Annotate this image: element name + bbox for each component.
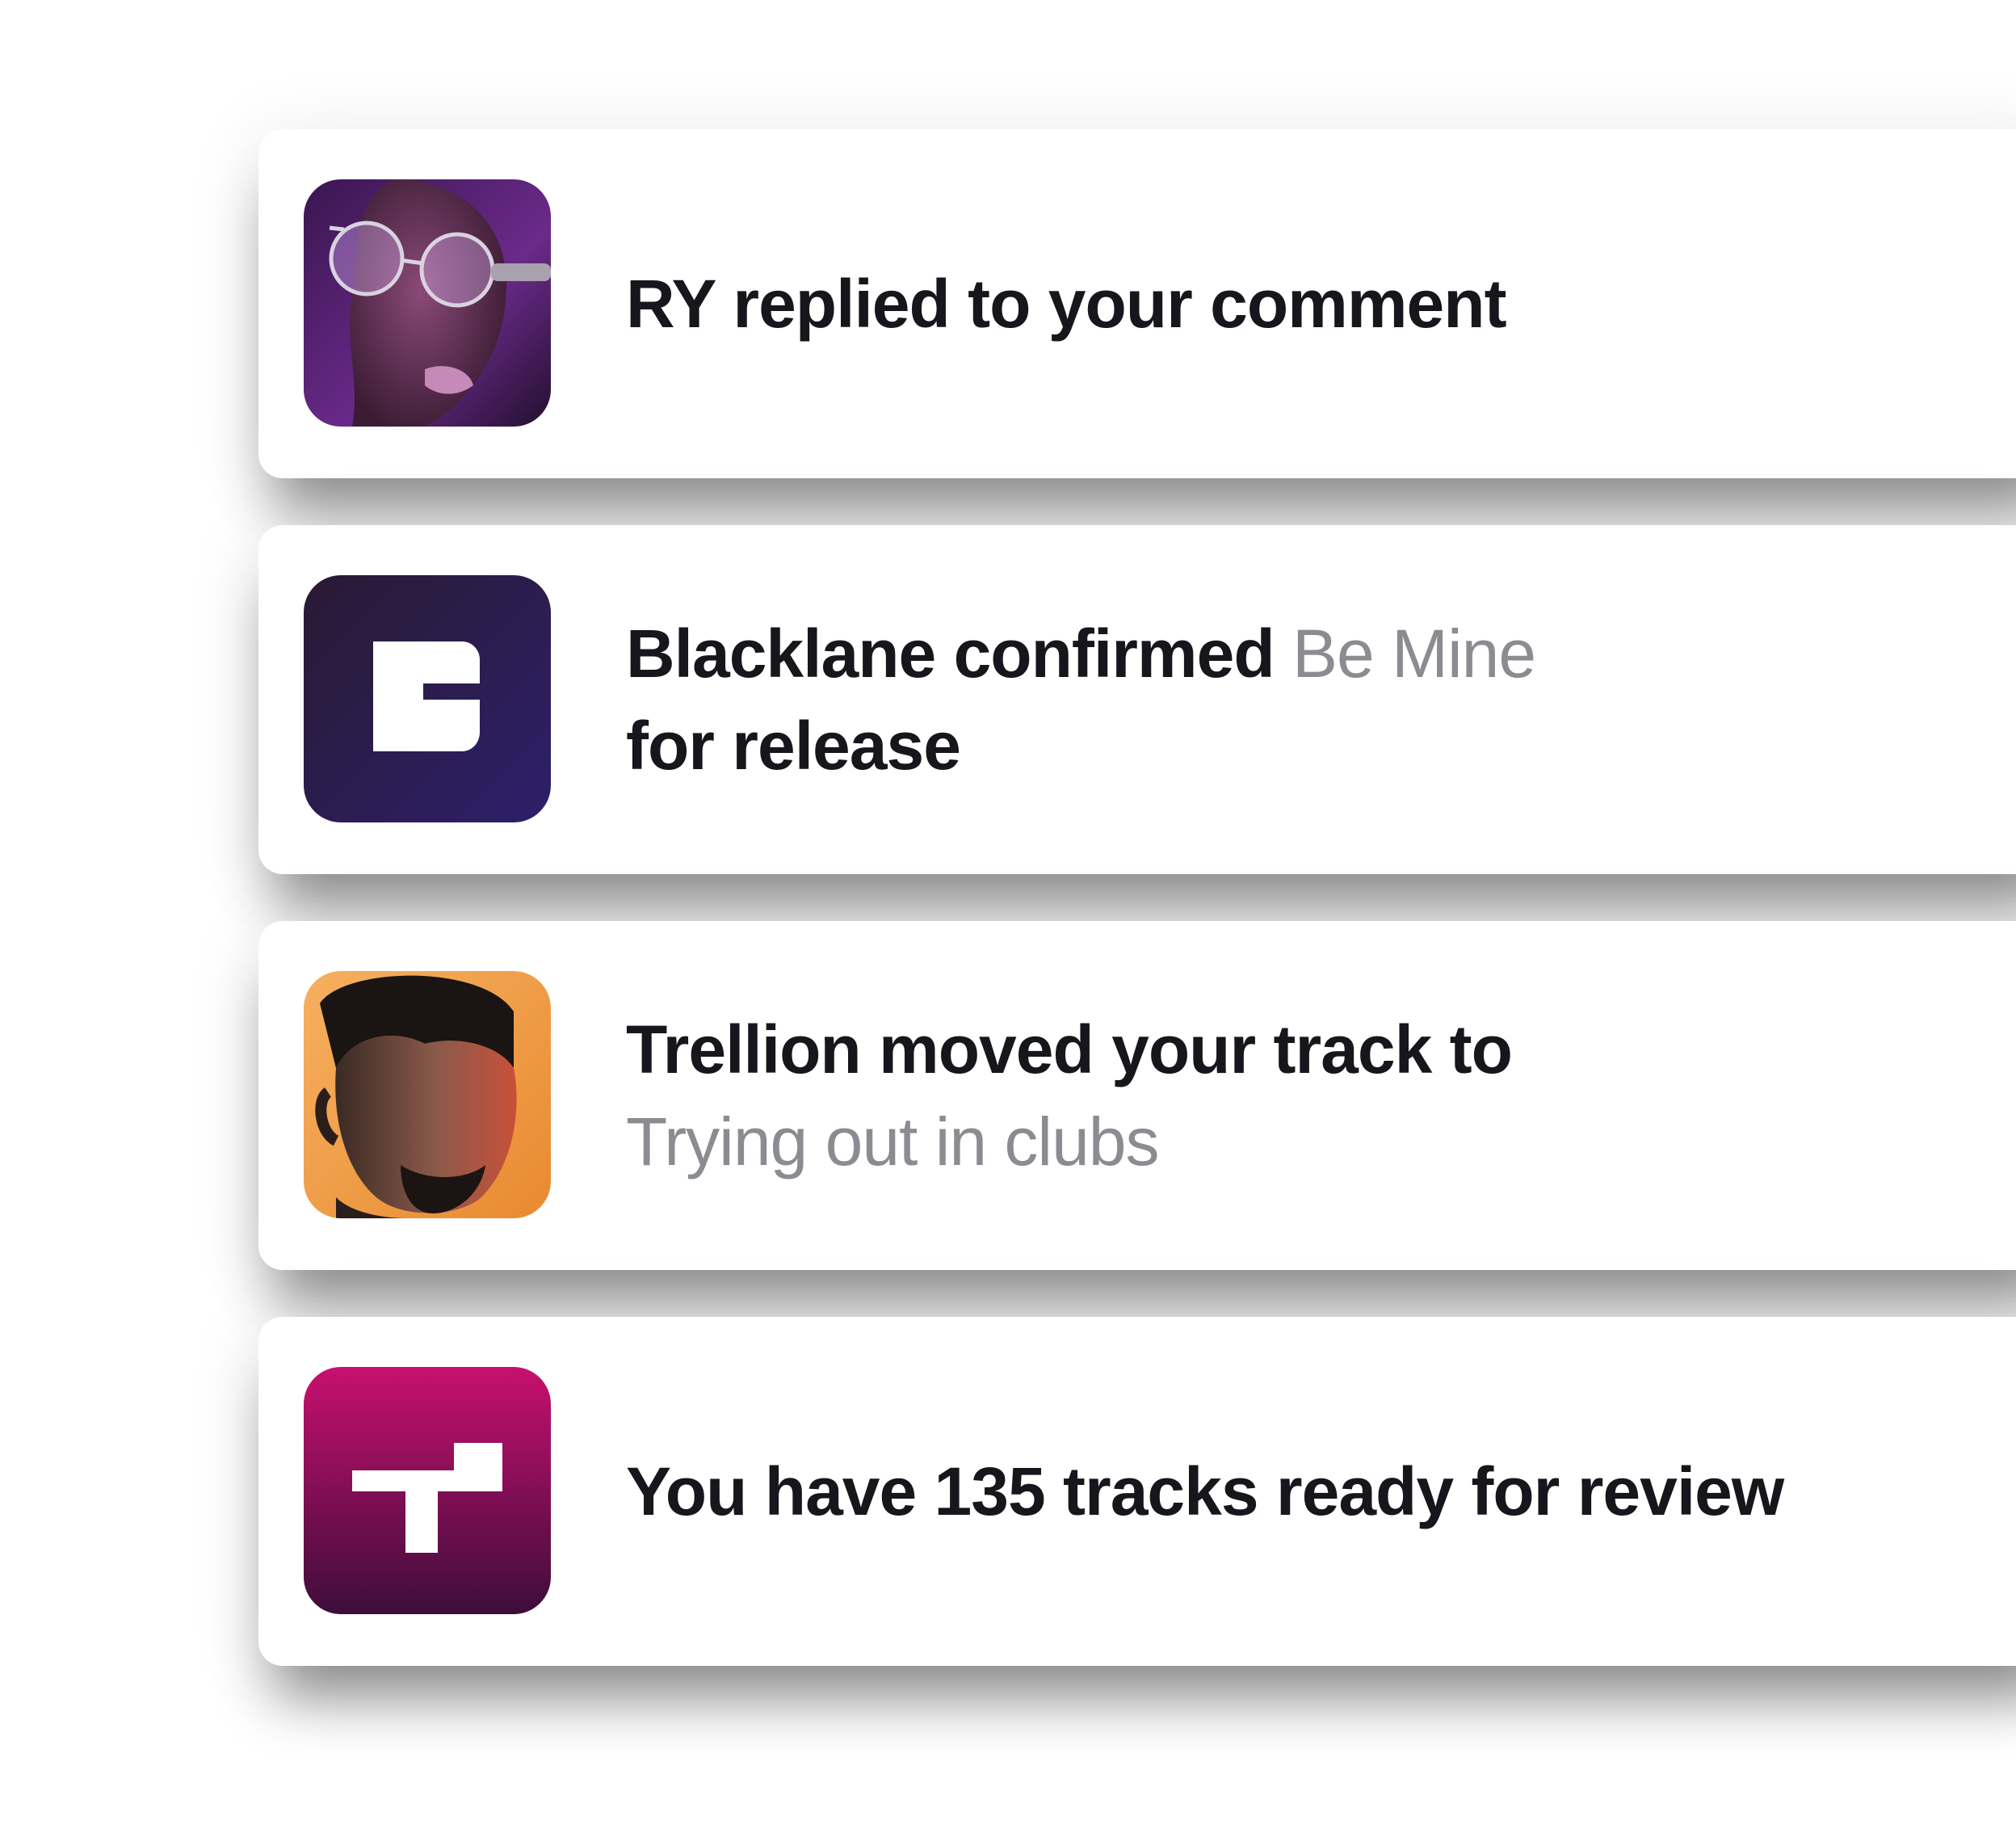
notification-text: You have 135 tracks ready for review xyxy=(626,1453,1784,1529)
notification-text: RY replied to your comment xyxy=(626,266,1507,342)
notification-card[interactable]: Blacklane confirmed Be Mine for release xyxy=(258,525,2016,874)
notification-card[interactable]: RY replied to your comment xyxy=(258,129,2016,478)
portrait-man-avatar xyxy=(304,971,551,1218)
playlist-name-link[interactable]: Trying out in clubs xyxy=(626,1104,1160,1180)
notification-message: Blacklane confirmed Be Mine for release xyxy=(626,525,1999,874)
trellion-t-logo-icon xyxy=(304,1367,551,1614)
release-title-link[interactable]: Be Mine xyxy=(1292,616,1536,692)
blacklane-b-logo-icon xyxy=(304,575,551,822)
notification-message: RY replied to your comment xyxy=(626,129,1999,478)
notification-message: Trellion moved your track to Trying out i… xyxy=(626,921,1999,1270)
notification-text-continued: for release xyxy=(626,708,961,784)
notification-message: You have 135 tracks ready for review xyxy=(626,1317,1999,1666)
notification-card[interactable]: Trellion moved your track to Trying out i… xyxy=(258,921,2016,1270)
notification-text: Blacklane confirmed xyxy=(626,616,1292,692)
portrait-woman-glasses-avatar xyxy=(304,179,551,427)
notification-text: Trellion moved your track to xyxy=(626,1011,1513,1087)
notification-card[interactable]: You have 135 tracks ready for review xyxy=(258,1317,2016,1666)
notification-feed: RY replied to your comment Blacklane con… xyxy=(0,0,2016,1842)
